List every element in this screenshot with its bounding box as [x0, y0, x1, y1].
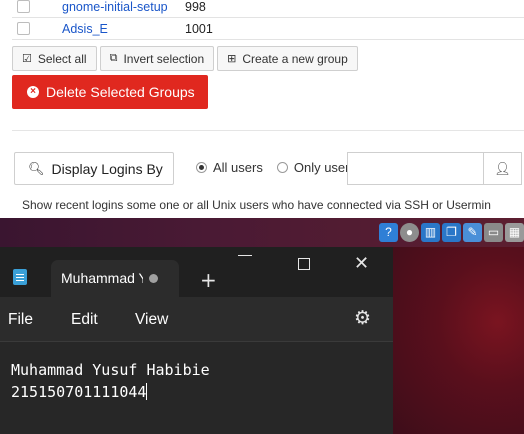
table-row: gnome-initial-setup 998 — [12, 0, 524, 18]
select-all-label: Select all — [37, 51, 87, 66]
invert-icon: ⧉ — [109, 52, 118, 64]
tab-document[interactable]: Muhammad Yusuf Habibie — [51, 260, 179, 297]
network-icon[interactable]: ▥ — [421, 222, 440, 242]
webmin-groups-panel: gnome-initial-setup 998 Adsis_E 1001 ☑ S… — [0, 0, 524, 218]
minimize-button[interactable] — [238, 255, 252, 256]
display-logins-button[interactable]: 🔍︎ Display Logins By — [14, 152, 174, 185]
unsaved-dot-icon[interactable] — [149, 274, 158, 283]
table-row: Adsis_E 1001 — [12, 18, 524, 40]
text-caret — [146, 383, 148, 400]
help-icon[interactable]: ? — [379, 222, 398, 242]
select-all-button[interactable]: ☑ Select all — [12, 46, 97, 71]
key-icon: 🔍︎ — [28, 160, 45, 176]
invert-selection-label: Invert selection — [123, 51, 205, 66]
create-group-button[interactable]: ⊞ Create a new group — [217, 46, 358, 71]
new-tab-button[interactable]: + — [200, 268, 217, 292]
close-button[interactable]: ✕ — [354, 253, 369, 274]
windows-icon[interactable]: ❐ — [442, 222, 461, 242]
row-checkbox[interactable] — [17, 22, 30, 35]
menu-bar: File Edit View ⚙ — [0, 297, 393, 341]
only-user-input[interactable] — [347, 152, 483, 185]
menu-view[interactable]: View — [135, 311, 168, 329]
create-group-label: Create a new group — [242, 51, 348, 66]
delete-selected-groups-button[interactable]: × Delete Selected Groups — [12, 75, 208, 109]
row-checkbox[interactable] — [17, 0, 30, 13]
title-bar[interactable]: Muhammad Yusuf Habibie + ✕ — [0, 247, 393, 297]
menu-file[interactable]: File — [8, 311, 33, 329]
desktop-wallpaper — [392, 247, 524, 434]
checkbox-icon: ☑ — [22, 53, 32, 65]
all-users-radio[interactable] — [196, 162, 207, 173]
logins-mode-radio-group: All users Only user — [196, 160, 364, 175]
notepad-window: Muhammad Yusuf Habibie + ✕ File Edit Vie… — [0, 247, 393, 434]
editor-line: Muhammad Yusuf Habibie — [11, 361, 210, 379]
divider — [12, 130, 524, 131]
all-users-label: All users — [213, 160, 263, 175]
notepad-app-icon — [13, 269, 27, 285]
delete-groups-label: Delete Selected Groups — [46, 84, 195, 100]
only-user-label: Only user — [293, 160, 350, 175]
display-icon[interactable]: ▭ — [484, 222, 503, 242]
text-editor[interactable]: Muhammad Yusuf Habibie 215150701111044 — [0, 341, 393, 434]
group-id: 998 — [185, 0, 206, 14]
pen-icon[interactable]: ✎ — [463, 222, 482, 242]
group-id: 1001 — [185, 21, 213, 36]
editor-line-text: 215150701111044 — [11, 383, 147, 401]
disc-icon[interactable]: ● — [400, 222, 419, 242]
hdd-icon[interactable]: ▦ — [505, 222, 524, 242]
only-user-radio[interactable] — [276, 162, 288, 173]
user-icon: 👤︎ — [494, 160, 511, 176]
vm-tray-icons: ? ● ▥ ❐ ✎ ▭ ▦ — [379, 221, 524, 243]
logins-help-text: Show recent logins some one or all Unix … — [22, 198, 491, 212]
selection-toolbar: ☑ Select all ⧉ Invert selection ⊞ Create… — [12, 46, 358, 71]
display-logins-label: Display Logins By — [51, 160, 163, 177]
invert-selection-button[interactable]: ⧉ Invert selection — [99, 46, 215, 71]
menu-edit[interactable]: Edit — [71, 311, 98, 329]
group-name-link[interactable]: Adsis_E — [62, 22, 108, 36]
delete-icon: × — [27, 86, 39, 98]
user-picker-button[interactable]: 👤︎ — [483, 152, 522, 185]
group-name-link[interactable]: gnome-initial-setup — [62, 0, 168, 14]
tab-title: Muhammad Yusuf Habibie — [61, 270, 143, 286]
editor-line: 215150701111044 — [11, 383, 148, 401]
maximize-button[interactable] — [298, 258, 310, 270]
plus-square-icon: ⊞ — [227, 53, 237, 65]
groups-table: gnome-initial-setup 998 Adsis_E 1001 — [12, 0, 524, 40]
gear-icon[interactable]: ⚙ — [354, 307, 371, 329]
